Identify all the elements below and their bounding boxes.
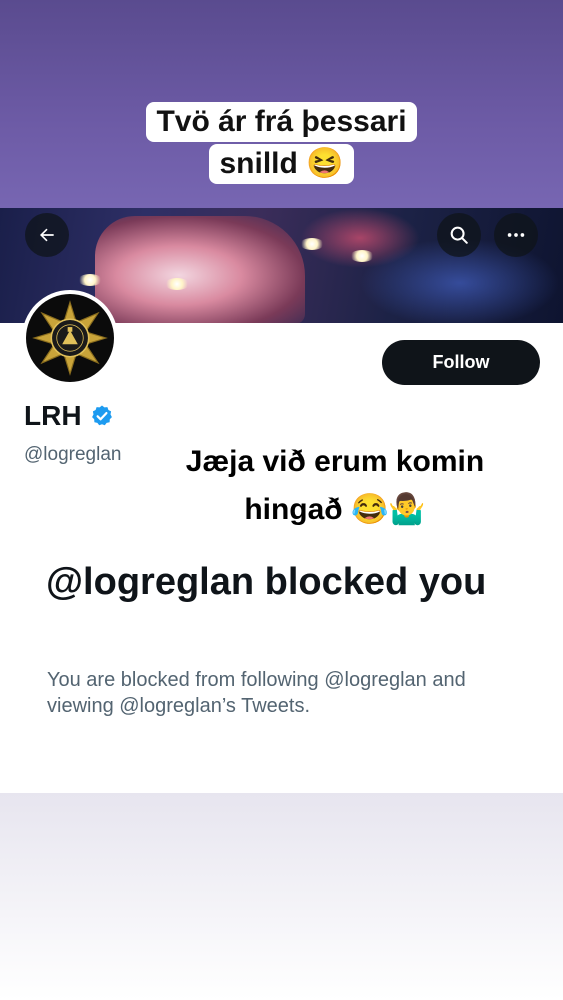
- story-background-bottom: [0, 793, 563, 1000]
- display-name-text: LRH: [24, 400, 82, 431]
- follow-button[interactable]: Follow: [382, 340, 540, 385]
- blocked-title: @logreglan blocked you: [46, 561, 487, 603]
- search-icon: [450, 226, 468, 244]
- profile-display-name: LRH: [24, 400, 114, 432]
- police-badge-logo: [32, 300, 108, 376]
- avatar[interactable]: [22, 290, 118, 386]
- story-caption-line1: Tvö ár frá þessari: [0, 102, 563, 142]
- more-button[interactable]: [494, 213, 538, 257]
- more-horizontal-icon: [507, 233, 525, 237]
- story-caption-line2: snilld 😆: [0, 144, 563, 184]
- search-button[interactable]: [437, 213, 481, 257]
- blocked-description: You are blocked from following @logregla…: [47, 669, 466, 717]
- profile-handle: @logreglan: [24, 444, 122, 465]
- story-overlay-text-line1: Jæja við erum komin: [185, 445, 485, 478]
- story-overlay-text-line2: hingað 😂🤷‍♂️: [244, 493, 426, 526]
- back-button[interactable]: [25, 213, 69, 257]
- verified-badge-icon[interactable]: [90, 404, 114, 428]
- back-arrow-icon: [40, 228, 54, 242]
